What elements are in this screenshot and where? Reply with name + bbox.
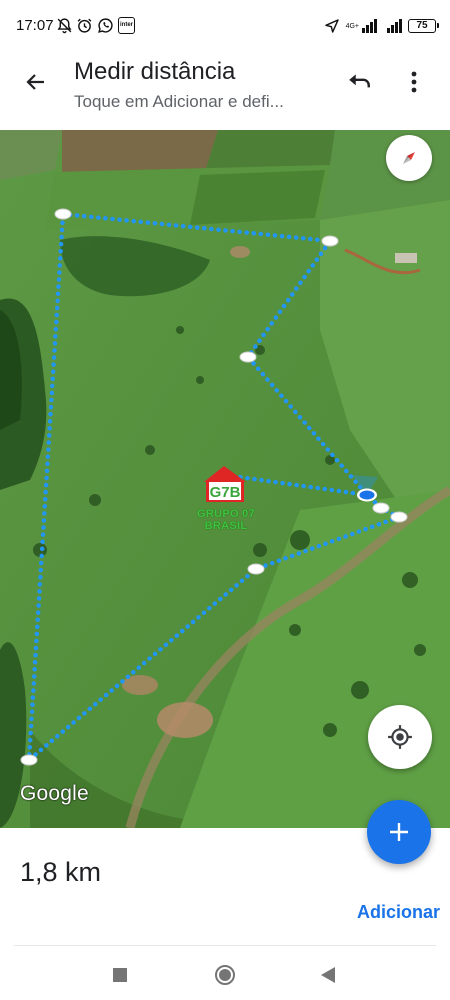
plus-icon [390, 823, 408, 841]
mute-bell-icon [57, 18, 72, 34]
signal-icon-2 [387, 19, 402, 33]
more-options-button[interactable] [394, 60, 434, 104]
battery-icon: 75 [408, 19, 439, 33]
back-triangle-icon [321, 967, 335, 983]
status-right-group: 4G+ 75 [324, 16, 439, 36]
compass-button[interactable] [386, 135, 432, 181]
location-arrow-icon [324, 19, 339, 33]
status-bar: 17:07 inter 4G+ 75 [0, 0, 450, 52]
recents-button[interactable] [105, 960, 135, 990]
back-arrow-icon [26, 74, 44, 90]
compass-icon [403, 152, 415, 164]
more-vert-icon [411, 71, 417, 93]
system-nav-bar [0, 950, 450, 1000]
recents-square-icon [113, 968, 127, 982]
back-button[interactable] [14, 60, 58, 104]
vertex-marker [239, 351, 257, 363]
undo-button[interactable] [338, 60, 380, 104]
back-nav-button[interactable] [313, 960, 343, 990]
inter-app-icon: inter [118, 17, 135, 34]
my-location-icon [388, 725, 412, 749]
watermark-text: GRUPO 07 BRASIL [196, 508, 256, 532]
page-title: Medir distância [74, 58, 236, 85]
vertex-marker [20, 754, 38, 766]
add-point-fab[interactable] [367, 800, 431, 864]
map-view[interactable]: G7B GRUPO 07 BRASIL Google [0, 130, 450, 828]
vertex-marker [54, 208, 72, 220]
divider [14, 945, 436, 946]
page-subtitle: Toque em Adicionar e defi... [74, 92, 284, 111]
vertex-marker [390, 511, 408, 523]
whatsapp-icon [98, 18, 113, 33]
watermark-initials: G7B [210, 484, 241, 501]
status-time: 17:07 [16, 17, 54, 34]
home-circle-icon [215, 965, 235, 985]
undo-icon [349, 74, 370, 88]
add-button[interactable]: Adicionar [357, 902, 440, 923]
signal-icon [362, 19, 377, 33]
google-logo: Google [20, 782, 89, 805]
home-button[interactable] [210, 960, 240, 990]
app-bar: Medir distância Toque em Adicionar e def… [0, 52, 450, 130]
vertex-marker [321, 235, 339, 247]
house-logo-icon: G7B [204, 466, 246, 502]
distance-readout: 1,8 km [20, 857, 102, 887]
vertex-marker [247, 563, 265, 575]
network-tag: 4G+ [345, 22, 359, 30]
watermark-logo: G7B GRUPO 07 BRASIL [176, 460, 276, 532]
vertex-marker [372, 502, 390, 514]
my-location-button[interactable] [368, 705, 432, 769]
alarm-icon [77, 18, 92, 33]
